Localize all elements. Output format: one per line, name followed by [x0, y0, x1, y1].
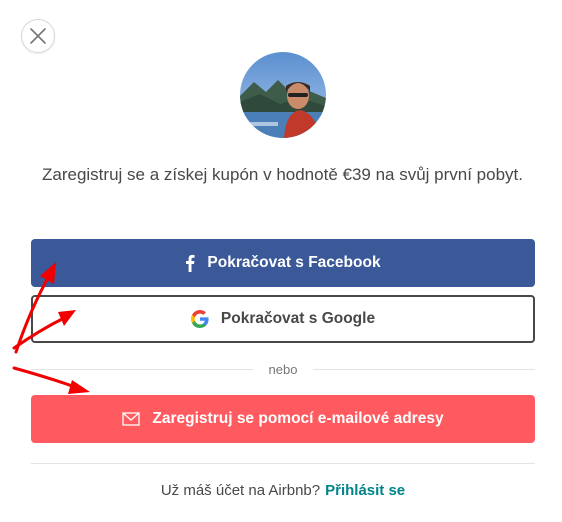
facebook-button-label: Pokračovat s Facebook [207, 254, 381, 271]
facebook-icon [185, 254, 195, 272]
continue-with-google-button[interactable]: Pokračovat s Google [31, 295, 535, 343]
google-icon [190, 310, 209, 328]
signup-with-email-button[interactable]: Zaregistruj se pomocí e-mailové adresy [31, 395, 535, 443]
signup-headline: Zaregistruj se a získej kupón v hodnotě … [42, 165, 523, 184]
or-divider: nebo [31, 360, 536, 378]
google-button-label: Pokračovat s Google [220, 310, 376, 327]
avatar [240, 52, 326, 138]
login-prompt: Už máš účet na Airbnb? Přihlásit se [31, 482, 535, 499]
close-button[interactable] [21, 19, 55, 53]
login-link[interactable]: Přihlásit se [325, 482, 405, 499]
email-button-label: Zaregistruj se pomocí e-mailové adresy [152, 410, 444, 427]
footer-divider [31, 463, 535, 464]
close-icon [30, 28, 46, 44]
continue-with-facebook-button[interactable]: Pokračovat s Facebook [31, 239, 535, 287]
envelope-icon [122, 412, 141, 426]
login-question: Už máš účet na Airbnb? [160, 482, 321, 499]
divider-label: nebo [268, 361, 298, 377]
